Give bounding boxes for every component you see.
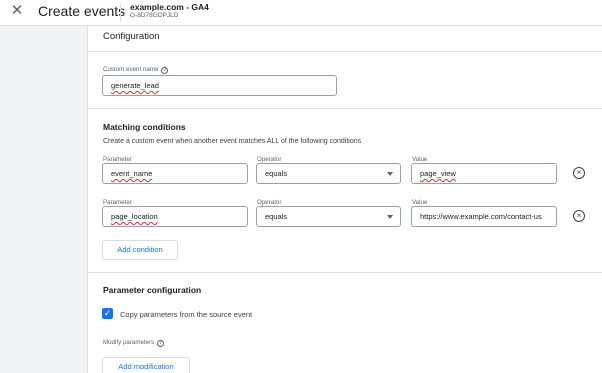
dropdown-caret-icon <box>387 172 393 176</box>
remove-condition-icon[interactable]: × <box>573 167 585 179</box>
divider <box>88 51 602 52</box>
modify-parameters-label: Modify parameters? <box>103 339 165 347</box>
condition-operator-select[interactable]: equals <box>256 206 401 227</box>
operator-label: Operator <box>257 199 282 206</box>
remove-condition-icon[interactable]: × <box>573 210 585 222</box>
parameter-configuration-title: Parameter configuration <box>103 285 202 295</box>
top-app-bar: ✕ Create events example.com - GA4 G-8D78… <box>0 0 602 26</box>
copy-parameters-label: Copy parameters from the source event <box>120 310 253 319</box>
value-label: Value <box>412 156 428 163</box>
condition-parameter-input[interactable]: page_location <box>102 206 248 227</box>
condition-operator-select[interactable]: equals <box>256 163 401 184</box>
create-event-card: Configuration Custom event name? generat… <box>87 26 602 373</box>
divider <box>88 272 602 273</box>
matching-conditions-title: Matching conditions <box>103 122 186 132</box>
matching-conditions-description: Create a custom event when another event… <box>103 138 362 145</box>
close-icon[interactable]: ✕ <box>8 2 26 20</box>
add-modification-button[interactable]: Add modification <box>102 357 190 373</box>
custom-event-name-label: Custom event name? <box>103 66 169 74</box>
copy-parameters-checkbox[interactable]: ✓ <box>102 308 113 319</box>
configuration-title: Configuration <box>103 31 160 42</box>
condition-value-input[interactable]: page_view <box>411 163 557 184</box>
parameter-label: Parameter <box>103 199 132 206</box>
value-label: Value <box>412 199 428 206</box>
property-name[interactable]: example.com - GA4 <box>130 2 209 12</box>
condition-parameter-input[interactable]: event_name <box>102 163 248 184</box>
add-condition-button[interactable]: Add condition <box>102 240 178 260</box>
custom-event-name-input[interactable]: generate_lead <box>102 75 337 96</box>
parameter-label: Parameter <box>103 156 132 163</box>
operator-label: Operator <box>257 156 282 163</box>
condition-value-input[interactable]: https://www.example.com/contact-us <box>411 206 557 227</box>
help-icon[interactable]: ? <box>157 340 165 347</box>
dropdown-caret-icon <box>387 215 393 219</box>
help-icon[interactable]: ? <box>161 67 169 74</box>
property-id: G-8D78GDPJLD <box>130 12 179 19</box>
page-title: Create events <box>38 3 126 19</box>
header-divider <box>120 4 121 22</box>
divider <box>88 108 602 109</box>
